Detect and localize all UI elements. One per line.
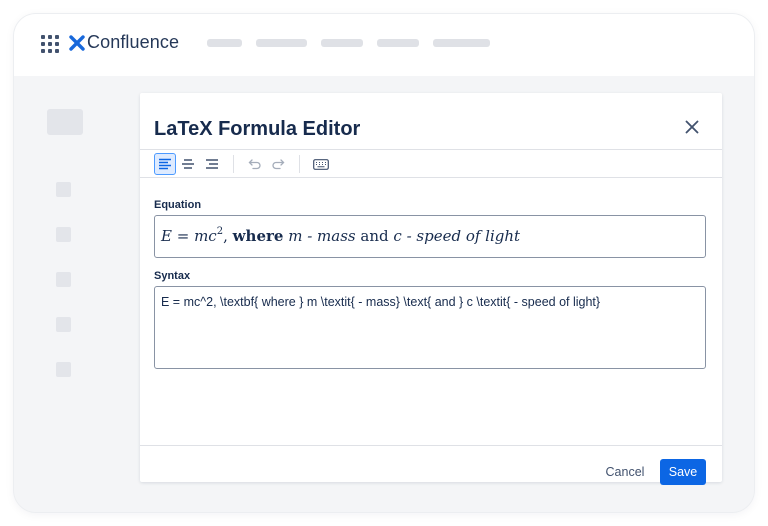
undo-icon	[248, 159, 261, 170]
equation-part: c	[393, 227, 402, 245]
undo-button[interactable]	[244, 153, 266, 175]
syntax-label: Syntax	[154, 270, 191, 282]
align-right-button[interactable]	[201, 153, 223, 175]
equation-part: - mass	[302, 227, 361, 245]
brand-name[interactable]: Confluence	[87, 32, 179, 53]
app-frame: Confluence LaTeX Formula Editor Equation…	[14, 14, 754, 512]
sidebar-item[interactable]	[56, 362, 71, 377]
close-icon	[685, 120, 699, 134]
redo-button[interactable]	[267, 153, 289, 175]
sidebar-item[interactable]	[56, 317, 71, 332]
equation-part: ,	[223, 227, 233, 245]
align-center-icon	[182, 159, 194, 169]
editor-toolbar	[140, 149, 722, 178]
equation-part: E	[161, 227, 172, 245]
toolbar-separator	[299, 155, 300, 173]
sidebar-item[interactable]	[56, 272, 71, 287]
latex-editor-dialog: LaTeX Formula Editor Equation E = mc2, w…	[140, 93, 722, 485]
syntax-textarea[interactable]: E = mc^2, \textbf{ where } m \textit{ - …	[154, 286, 706, 369]
nav-placeholder[interactable]	[377, 39, 419, 47]
sidebar-item[interactable]	[56, 227, 71, 242]
equation-part: =	[171, 227, 195, 245]
confluence-logo-icon	[69, 35, 85, 51]
equation-part: m	[288, 227, 303, 245]
keyboard-icon	[313, 158, 329, 170]
align-center-button[interactable]	[177, 153, 199, 175]
nav-placeholder[interactable]	[321, 39, 363, 47]
content-margin	[722, 76, 754, 512]
cancel-button[interactable]: Cancel	[600, 459, 650, 485]
align-left-button[interactable]	[154, 153, 176, 175]
nav-placeholder[interactable]	[256, 39, 307, 47]
equation-label: Equation	[154, 199, 202, 211]
align-left-icon	[159, 158, 171, 170]
top-nav-bar: Confluence	[14, 14, 754, 76]
sidebar-item[interactable]	[56, 182, 71, 197]
equation-part: c	[208, 227, 217, 245]
nav-placeholder[interactable]	[207, 39, 242, 47]
footer-divider	[140, 445, 722, 446]
app-switcher-icon[interactable]	[41, 35, 59, 53]
equation-part: where	[232, 227, 284, 245]
align-right-icon	[206, 159, 218, 169]
equation-part: and	[360, 227, 389, 245]
equation-part: m	[194, 227, 209, 245]
sidebar-header-placeholder[interactable]	[47, 109, 83, 135]
dialog-title: LaTeX Formula Editor	[154, 118, 361, 140]
nav-placeholder[interactable]	[433, 39, 490, 47]
close-button[interactable]	[680, 115, 704, 139]
equation-preview[interactable]: E = mc2, where m - mass and c - speed of…	[154, 215, 706, 258]
toolbar-separator	[233, 155, 234, 173]
save-button[interactable]: Save	[660, 459, 706, 485]
sidebar	[14, 76, 112, 512]
keyboard-button[interactable]	[310, 153, 332, 175]
equation-part: - speed of light	[401, 227, 521, 245]
redo-icon	[272, 159, 285, 170]
